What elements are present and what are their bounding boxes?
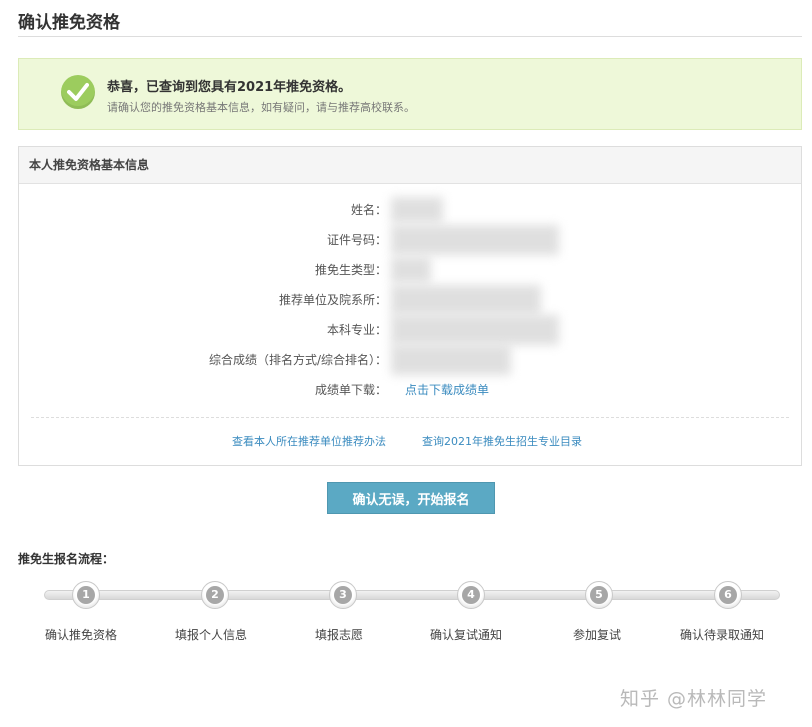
- step-5-label: 参加复试: [573, 628, 622, 642]
- step-1-label: 确认推免资格: [45, 628, 118, 642]
- step-3-marker: 3: [329, 581, 357, 609]
- redacted-value: [391, 315, 559, 345]
- step-6-label: 确认待录取通知: [680, 628, 765, 642]
- success-notice: 恭喜，已查询到您具有2021年推免资格。 请确认您的推免资格基本信息，如有疑问，…: [18, 58, 802, 130]
- redacted-value: [391, 345, 511, 375]
- success-subtitle: 请确认您的推免资格基本信息，如有疑问，请与推荐高校联系。: [107, 101, 415, 114]
- redacted-value: [391, 285, 541, 315]
- info-row-unit: 推荐单位及院系所：: [19, 285, 801, 315]
- info-row-transcript: 成绩单下载： 点击下载成绩单: [19, 381, 801, 401]
- field-label: 综合成绩（排名方式/综合排名）：: [208, 353, 387, 367]
- qualification-info-panel: 本人推免资格基本信息 姓名： 证件号码： 推免生类型： 推荐单位及院系所： 本科…: [18, 146, 802, 466]
- step-1-marker: 1: [72, 581, 100, 609]
- step-4-label: 确认复试通知: [430, 628, 503, 642]
- step-2-marker: 2: [201, 581, 229, 609]
- check-circle-icon: [61, 75, 95, 109]
- success-title: 恭喜，已查询到您具有2021年推免资格。: [107, 80, 352, 95]
- step-number: 3: [334, 586, 352, 604]
- step-number: 4: [462, 586, 480, 604]
- step-6-marker: 6: [714, 581, 742, 609]
- field-label: 推免生类型：: [314, 263, 387, 277]
- step-number: 2: [206, 586, 224, 604]
- field-label: 成绩单下载：: [314, 383, 387, 397]
- zhihu-watermark: 知乎 @林林同学: [620, 688, 768, 710]
- progress-track: [44, 590, 780, 600]
- step-4-marker: 4: [457, 581, 485, 609]
- step-3-label: 填报志愿: [315, 628, 364, 642]
- field-label: 证件号码：: [326, 233, 387, 247]
- flow-title: 推免生报名流程：: [18, 552, 115, 566]
- panel-heading: 本人推免资格基本信息: [19, 147, 801, 184]
- download-transcript-link[interactable]: 点击下载成绩单: [405, 381, 489, 398]
- info-row-type: 推免生类型：: [19, 257, 801, 283]
- info-row-name: 姓名：: [19, 197, 801, 223]
- info-row-id: 证件号码：: [19, 225, 801, 255]
- title-divider: [18, 36, 802, 37]
- step-2-label: 填报个人信息: [175, 628, 248, 642]
- field-label: 推荐单位及院系所：: [278, 293, 387, 307]
- field-label: 姓名：: [350, 203, 387, 217]
- step-number: 1: [77, 586, 95, 604]
- enrollment-catalog-link[interactable]: 查询2021年推免生招生专业目录: [422, 433, 582, 449]
- recommendation-method-link[interactable]: 查看本人所在推荐单位推荐办法: [232, 433, 386, 449]
- info-row-major: 本科专业：: [19, 315, 801, 345]
- step-number: 6: [719, 586, 737, 604]
- info-row-score: 综合成绩（排名方式/综合排名）：: [19, 345, 801, 375]
- redacted-value: [391, 257, 431, 283]
- redacted-value: [391, 225, 559, 255]
- step-5-marker: 5: [585, 581, 613, 609]
- confirm-start-button[interactable]: 确认无误，开始报名: [327, 482, 495, 514]
- step-number: 5: [590, 586, 608, 604]
- page-title: 确认推免资格: [18, 13, 120, 33]
- field-label: 本科专业：: [326, 323, 387, 337]
- dashed-divider: [31, 417, 789, 418]
- redacted-value: [391, 197, 443, 223]
